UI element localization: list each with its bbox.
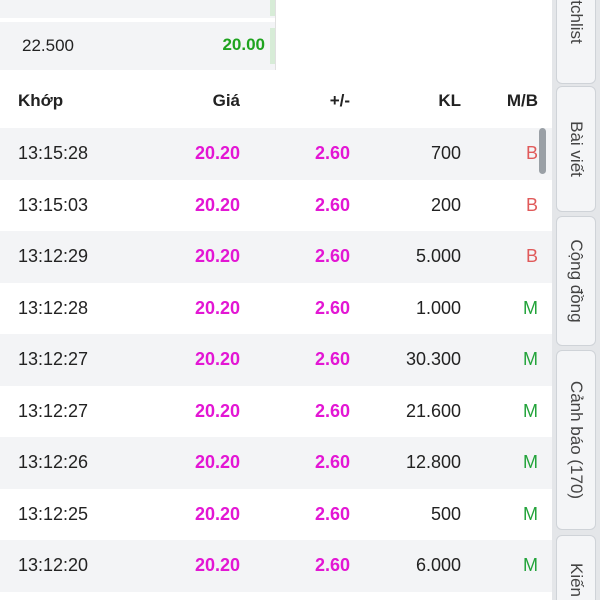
cell-volume: 6.000	[415, 555, 461, 575]
cell-side: M	[523, 452, 538, 472]
orderbook-row	[0, 0, 275, 18]
tab-label: tchlist	[567, 0, 586, 44]
cell-price: 20.20	[194, 246, 240, 266]
cell-side: M	[523, 349, 538, 369]
cell-side: B	[525, 194, 538, 215]
cell-change: 2.60	[314, 143, 350, 163]
orderbook-row: 22.500 20.00	[0, 22, 275, 70]
orderbook-volume: 22.500	[22, 36, 74, 55]
cell-change: 2.60	[314, 452, 350, 472]
sidebar-tabs: tchlist Bài viết Cộng đồng Cảnh báo (170…	[552, 0, 600, 600]
cell-price: 20.20	[194, 555, 240, 575]
header-time: Khớp	[18, 91, 64, 110]
cell-side: M	[523, 297, 538, 318]
table-row: 13:12:26 20.20 2.60 12.800 M	[0, 437, 552, 489]
cell-time: 13:15:28	[18, 143, 89, 163]
table-row: 13:15:03 20.20 2.60 200 B	[0, 179, 552, 231]
table-row: 13:12:29 20.20 2.60 5.000 B	[0, 231, 552, 283]
tab-knowledge[interactable]: Kiến	[556, 535, 596, 600]
tab-label: Kiến	[567, 562, 586, 598]
cell-volume: 21.600	[405, 400, 461, 421]
cell-change: 2.60	[314, 555, 350, 575]
cell-price: 20.20	[194, 194, 240, 215]
orderbook-price: 20.00	[222, 35, 265, 54]
trades-header: Khớp Giá +/- KL M/B	[0, 78, 552, 126]
tab-watchlist[interactable]: tchlist	[556, 0, 596, 84]
tab-label: Cảnh báo (170)	[567, 380, 586, 500]
trade-panel: 22.500 20.00 Khớp Giá +/- KL M/B 13:15:2…	[0, 0, 552, 600]
cell-time: 13:12:28	[18, 297, 89, 318]
cell-time: 13:12:29	[18, 246, 89, 266]
scrollbar-thumb[interactable]	[539, 128, 546, 174]
tab-community[interactable]: Cộng đồng	[556, 216, 596, 346]
cell-change: 2.60	[314, 400, 350, 421]
cell-price: 20.20	[194, 452, 240, 472]
cell-side: M	[523, 503, 538, 524]
cell-change: 2.60	[314, 503, 350, 524]
orderbook-divider	[275, 0, 276, 70]
cell-time: 13:12:27	[18, 349, 89, 369]
header-price: Giá	[212, 91, 240, 110]
cell-volume: 700	[430, 143, 461, 163]
cell-volume: 500	[430, 503, 461, 524]
table-row: 13:12:27 20.20 2.60 21.600 M	[0, 385, 552, 437]
cell-price: 20.20	[194, 143, 240, 163]
tab-label: Cộng đồng	[567, 239, 586, 323]
cell-side: M	[523, 555, 538, 575]
cell-price: 20.20	[194, 349, 240, 369]
cell-change: 2.60	[314, 194, 350, 215]
cell-time: 13:12:20	[18, 555, 89, 575]
cell-time: 13:12:27	[18, 400, 89, 421]
cell-price: 20.20	[194, 400, 240, 421]
table-row: 13:12:25 20.20 2.60 500 M	[0, 488, 552, 540]
cell-volume: 5.000	[415, 246, 461, 266]
cell-side: B	[525, 143, 538, 163]
cell-change: 2.60	[314, 349, 350, 369]
tab-alerts[interactable]: Cảnh báo (170)	[556, 350, 596, 530]
cell-volume: 12.800	[405, 452, 461, 472]
table-row: 13:12:20 20.20 2.60 6.000 M	[0, 540, 552, 592]
table-row: 13:12:28 20.20 2.60 1.000 M	[0, 282, 552, 334]
cell-volume: 30.300	[405, 349, 461, 369]
cell-time: 13:12:25	[18, 503, 89, 524]
cell-volume: 1.000	[415, 297, 461, 318]
header-volume: KL	[438, 91, 461, 110]
header-side: M/B	[506, 91, 538, 110]
tab-label: Bài viết	[567, 121, 586, 177]
cell-side: M	[523, 400, 538, 421]
cell-time: 13:12:26	[18, 452, 89, 472]
cell-volume: 200	[430, 194, 461, 215]
table-row: 13:12:27 20.20 2.60 30.300 M	[0, 334, 552, 386]
trades-list[interactable]: 13:15:28 20.20 2.60 700 B 13:15:03 20.20…	[0, 128, 552, 592]
header-change: +/-	[329, 91, 350, 110]
tab-posts[interactable]: Bài viết	[556, 86, 596, 212]
cell-change: 2.60	[314, 246, 350, 266]
cell-side: B	[525, 246, 538, 266]
table-row: 13:15:28 20.20 2.60 700 B	[0, 128, 552, 180]
cell-price: 20.20	[194, 297, 240, 318]
cell-change: 2.60	[314, 297, 350, 318]
cell-price: 20.20	[194, 503, 240, 524]
cell-time: 13:15:03	[18, 194, 89, 215]
